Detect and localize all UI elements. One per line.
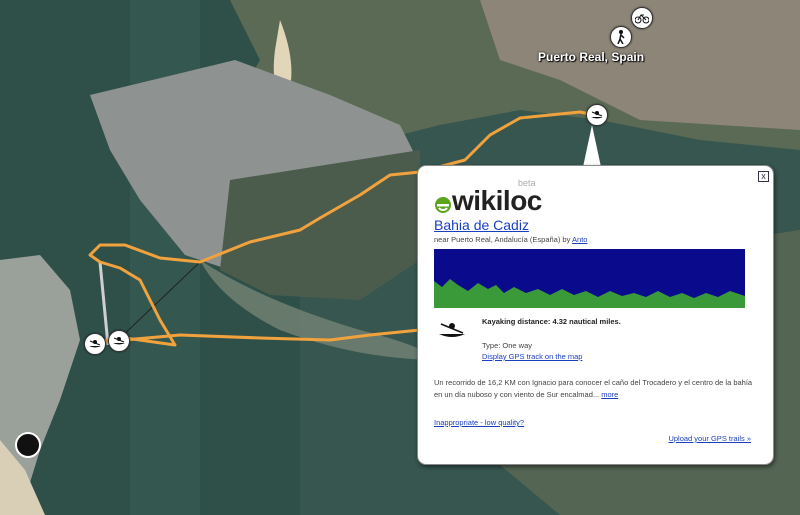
wikiloc-logo[interactable]: wikiloc beta — [434, 178, 542, 216]
kayak-icon — [439, 323, 465, 337]
kayak-icon — [113, 337, 125, 345]
trail-type: Type: One way — [482, 341, 533, 350]
kayak-marker-start[interactable] — [586, 104, 608, 126]
wikiloc-logo-marker[interactable] — [15, 432, 41, 458]
kayak-icon — [591, 111, 603, 119]
elevation-profile — [434, 249, 745, 308]
trail-title-link[interactable]: Bahia de Cadiz — [434, 217, 529, 233]
hiking-icon — [617, 30, 625, 44]
info-balloon: x wikiloc beta Bahia de Cadiz near Puert… — [417, 165, 774, 465]
trail-description: Un recorrido de 16,2 KM con Ignacio para… — [434, 377, 756, 401]
trail-byline: near Puerto Real, Andalucía (España) by … — [434, 235, 587, 244]
more-link[interactable]: more — [601, 390, 618, 399]
logo-beta: beta — [518, 178, 536, 188]
inappropriate-link[interactable]: Inappropriate - low quality? — [434, 418, 524, 427]
kayak-marker-end-a[interactable] — [84, 333, 106, 355]
display-track-link[interactable]: Display GPS track on the map — [482, 352, 582, 361]
place-label: Puerto Real, Spain — [538, 50, 645, 64]
kayaking-distance: Kayaking distance: 4.32 nautical miles. — [482, 317, 621, 326]
bicycle-icon — [635, 14, 649, 24]
wikiloc-e-icon — [435, 197, 451, 213]
byline-text: near Puerto Real, Andalucía (España) by — [434, 235, 573, 244]
balloon-tail — [583, 125, 601, 167]
hiking-marker[interactable] — [610, 26, 632, 48]
author-link[interactable]: Anto — [572, 235, 587, 244]
close-icon[interactable]: x — [758, 171, 769, 182]
cycling-marker[interactable] — [631, 7, 653, 29]
logo-text: wikiloc — [452, 185, 542, 216]
description-text: Un recorrido de 16,2 KM con Ignacio para… — [434, 378, 753, 399]
upload-trails-link[interactable]: Upload your GPS trails » — [668, 434, 751, 443]
kayak-icon — [89, 340, 101, 348]
kayak-marker-end-b[interactable] — [108, 330, 130, 352]
